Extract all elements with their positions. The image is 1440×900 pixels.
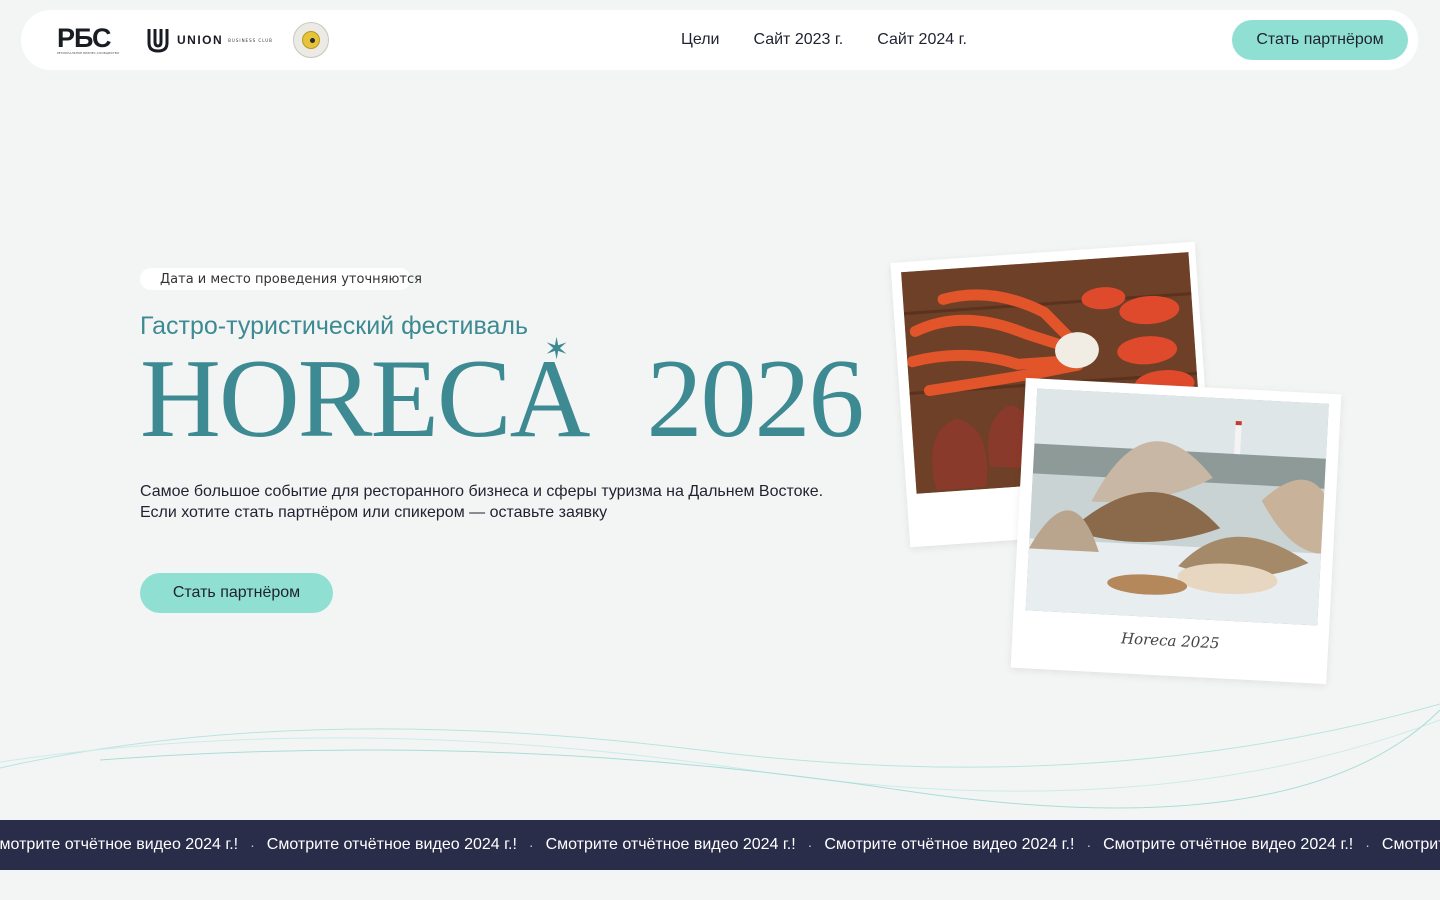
union-logo[interactable]: UNION BUSINESS CLUB xyxy=(147,27,273,53)
emblem-logo[interactable] xyxy=(292,22,329,58)
nav-site-2023[interactable]: Сайт 2023 г. xyxy=(753,31,843,49)
hero-title-word: HORECA xyxy=(140,337,590,461)
nav-goals[interactable]: Цели xyxy=(681,31,719,49)
hero-description: Самое большое событие для ресторанного б… xyxy=(140,481,840,523)
hero-description-line1: Самое большое событие для ресторанного б… xyxy=(140,483,824,500)
partner-logos: РБС РЕГИОНАЛЬНОЕ БИЗНЕС-СООБЩЕСТВО UNION… xyxy=(57,22,329,58)
ticker-text: Смотрите отчётное видео 2024 г.! xyxy=(266,836,517,853)
ticker-separator: · xyxy=(528,837,534,853)
ticker-separator: · xyxy=(1086,837,1092,853)
union-logo-text: UNION xyxy=(177,33,224,47)
hero-partner-button[interactable]: Стать партнёром xyxy=(140,573,333,613)
union-mark-icon xyxy=(147,27,169,53)
rbs-logo-text: РБС xyxy=(57,22,112,53)
ticker-text: Смотрите отчётное видео 2024 г.! xyxy=(1381,836,1440,853)
ticker-text: Смотрите отчётное видео 2024 г.! xyxy=(545,836,796,853)
ticker-text: Смотрите отчётное видео 2024 г.! xyxy=(824,836,1075,853)
ticker-item[interactable]: Смотрите отчётное видео 2024 г.! · xyxy=(0,836,267,854)
photo-caption: Horeca 2025 xyxy=(1120,629,1220,653)
ticker-item[interactable]: Смотрите отчётное видео 2024 г.! · xyxy=(267,836,546,854)
hero-description-line2: Если хотите стать партнёром или спикером… xyxy=(140,504,608,521)
ticker-item[interactable]: Смотрите отчётное видео 2024 г.! · xyxy=(824,836,1103,854)
rbs-logo-subtext: РЕГИОНАЛЬНОЕ БИЗНЕС-СООБЩЕСТВО xyxy=(57,50,120,55)
photo-scallops-polaroid: Horeca 2025 xyxy=(1010,377,1342,685)
ticker-item[interactable]: Смотрите отчётное видео 2024 г.! · xyxy=(546,836,825,854)
star-icon: ✶ xyxy=(544,332,570,367)
hero-title: HORECA 2026 xyxy=(140,337,864,461)
main-nav: Цели Сайт 2023 г. Сайт 2024 г. xyxy=(681,10,1001,70)
decorative-waves xyxy=(0,703,1440,809)
rbs-logo[interactable]: РБС РЕГИОНАЛЬНОЕ БИЗНЕС-СООБЩЕСТВО xyxy=(57,22,125,55)
video-ticker[interactable]: Смотрите отчётное видео 2024 г.! · Смотри… xyxy=(0,820,1440,870)
date-badge: Дата и место проведения уточняются xyxy=(140,268,422,290)
ticker-text: Смотрите отчётное видео 2024 г.! xyxy=(1103,836,1354,853)
ticker-text: Смотрите отчётное видео 2024 г.! xyxy=(0,836,239,853)
header-partner-button[interactable]: Стать партнёром xyxy=(1232,20,1408,60)
ticker-separator: · xyxy=(1365,837,1370,853)
union-logo-subtext: BUSINESS CLUB xyxy=(228,37,273,43)
ticker-track: Смотрите отчётное видео 2024 г.! · Смотри… xyxy=(0,836,1440,854)
ticker-item[interactable]: Смотрите отчётное видео 2024 г.!· xyxy=(1382,836,1440,854)
ticker-separator: · xyxy=(250,837,255,853)
emblem-icon xyxy=(301,31,320,49)
nav-site-2024[interactable]: Сайт 2024 г. xyxy=(877,31,967,49)
ticker-separator: · xyxy=(807,837,813,853)
hero-title-year: 2026 xyxy=(646,337,864,461)
site-header: РБС РЕГИОНАЛЬНОЕ БИЗНЕС-СООБЩЕСТВО UNION… xyxy=(21,10,1418,70)
ticker-item[interactable]: Смотрите отчётное видео 2024 г.! · xyxy=(1103,836,1382,854)
scallops-photo xyxy=(1025,388,1329,626)
